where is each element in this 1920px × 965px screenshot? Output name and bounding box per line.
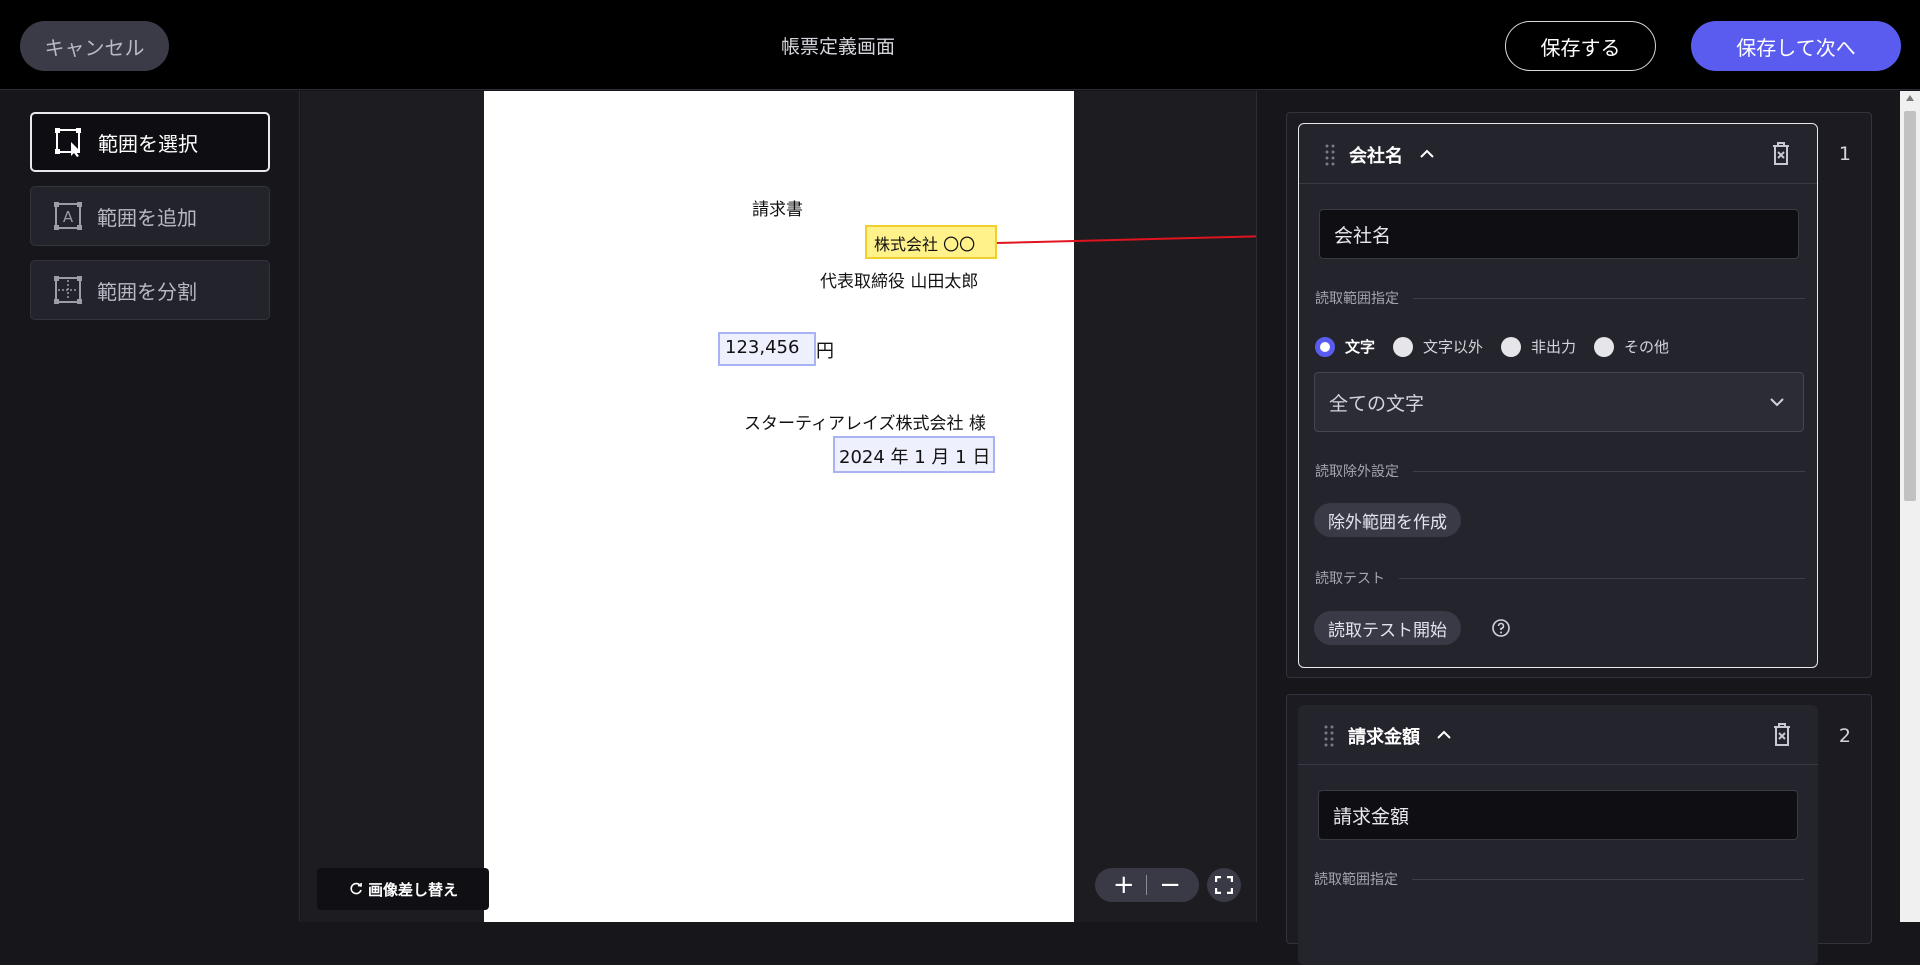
add-range-tool[interactable]: A 範囲を追加 (30, 186, 270, 246)
chevron-down-icon (1770, 398, 1784, 407)
doc-company: 株式会社 〇〇 (874, 235, 976, 254)
doc-title: 請求書 (752, 200, 803, 220)
radio-other[interactable]: その他 (1594, 336, 1669, 357)
doc-customer: スターティアレイズ株式会社 様 (744, 414, 986, 434)
tool-label: 範囲を選択 (98, 131, 198, 156)
select-range-icon (55, 128, 81, 157)
tool-label: 範囲を追加 (97, 205, 197, 230)
tool-panel: 範囲を選択 A 範囲を追加 範囲を分割 (0, 91, 300, 922)
field-name-input[interactable] (1319, 209, 1799, 259)
split-range-icon (54, 276, 82, 304)
chevron-up-icon[interactable] (1436, 729, 1452, 741)
field-title: 会社名 (1349, 146, 1403, 167)
doc-date: 2024 年 1 月 1 日 (839, 447, 991, 468)
doc-amount: 123,456 (725, 337, 800, 358)
radio-non-text[interactable]: 文字以外 (1393, 336, 1483, 357)
drag-handle-icon[interactable] (1325, 144, 1335, 166)
read-test-section-label: 読取テスト (1315, 568, 1805, 588)
exclude-section-label: 読取除外設定 (1315, 461, 1805, 481)
scroll-up-arrow-icon[interactable] (1906, 95, 1914, 101)
scroll-thumb[interactable] (1904, 111, 1916, 501)
field-card-header: 請求金額 (1298, 705, 1818, 765)
fullscreen-icon (1215, 876, 1233, 894)
field-number: 2 (1838, 725, 1851, 747)
read-range-section-label: 読取範囲指定 (1315, 288, 1805, 308)
field-group-1: 会社名 読取範囲指定 文字 文字以外 非出力 その他 全ての文字 (1286, 112, 1872, 678)
doc-representative: 代表取締役 山田太郎 (820, 272, 979, 292)
page-title: 帳票定義画面 (780, 36, 895, 58)
delete-icon[interactable] (1771, 142, 1791, 166)
field-group-2: 請求金額 読取範囲指定 2 (1286, 694, 1872, 965)
select-range-tool[interactable]: 範囲を選択 (30, 112, 270, 172)
fit-to-screen-button[interactable] (1207, 868, 1241, 902)
save-and-next-button[interactable]: 保存して次へ (1691, 21, 1901, 71)
field-card-amount[interactable]: 請求金額 読取範囲指定 (1298, 705, 1818, 965)
help-icon[interactable] (1491, 618, 1511, 638)
zoom-controls: + − (1095, 868, 1199, 902)
tool-label: 範囲を分割 (97, 279, 197, 304)
replace-image-label: 画像差し替え (367, 880, 458, 899)
zoom-in-button[interactable]: + (1109, 870, 1139, 900)
start-read-test-button[interactable]: 読取テスト開始 (1314, 611, 1461, 645)
replace-image-button[interactable]: 画像差し替え (317, 868, 489, 910)
character-type-select[interactable]: 全ての文字 (1314, 372, 1804, 432)
document-canvas[interactable]: 請求書 株式会社 〇〇 代表取締役 山田太郎 123,456 円 スターティアレ… (301, 91, 1256, 922)
add-range-icon: A (54, 202, 82, 230)
select-value: 全ての文字 (1329, 392, 1425, 415)
delete-icon[interactable] (1772, 723, 1792, 747)
field-card-company[interactable]: 会社名 読取範囲指定 文字 文字以外 非出力 その他 全ての文字 (1298, 123, 1818, 668)
field-card-header: 会社名 (1299, 124, 1817, 184)
split-range-tool[interactable]: 範囲を分割 (30, 260, 270, 320)
read-range-section-label: 読取範囲指定 (1314, 869, 1804, 889)
refresh-icon (350, 882, 362, 895)
zoom-out-button[interactable]: − (1155, 870, 1185, 900)
panel-scrollbar[interactable] (1900, 91, 1920, 922)
svg-text:A: A (63, 208, 74, 226)
drag-handle-icon[interactable] (1324, 725, 1334, 747)
save-button[interactable]: 保存する (1505, 21, 1656, 71)
radio-text[interactable]: 文字 (1315, 336, 1375, 357)
create-exclude-range-button[interactable]: 除外範囲を作成 (1314, 503, 1461, 537)
field-number: 1 (1838, 143, 1851, 165)
header-bar: キャンセル 帳票定義画面 保存する 保存して次へ (0, 0, 1920, 90)
chevron-up-icon[interactable] (1419, 148, 1435, 160)
doc-amount-suffix: 円 (816, 341, 834, 362)
field-title: 請求金額 (1348, 727, 1420, 748)
radio-no-output[interactable]: 非出力 (1501, 336, 1576, 357)
document-page: 請求書 株式会社 〇〇 代表取締役 山田太郎 123,456 円 スターティアレ… (484, 91, 1074, 922)
field-settings-panel: 会社名 読取範囲指定 文字 文字以外 非出力 その他 全ての文字 (1256, 91, 1900, 965)
read-type-radio-group: 文字 文字以外 非出力 その他 (1315, 336, 1687, 357)
zoom-divider (1146, 875, 1148, 895)
field-name-input[interactable] (1318, 790, 1798, 840)
